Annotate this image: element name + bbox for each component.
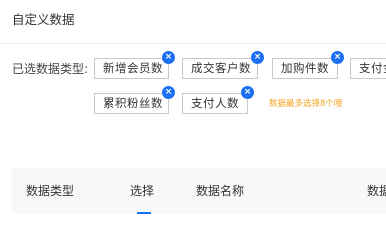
header-divider [0, 43, 386, 44]
column-header-select[interactable]: 选择 [130, 183, 154, 199]
panel-title: 自定义数据 [12, 12, 75, 27]
tag-label: 成交客户数 [191, 61, 251, 75]
selected-tag-deal-customers[interactable]: 成交客户数 × [182, 51, 264, 79]
column-header-data-name: 数据名称 [196, 184, 245, 198]
selected-tag-payment-amount[interactable]: 支付金额 [350, 58, 386, 79]
remove-tag-icon[interactable]: × [241, 86, 254, 99]
custom-data-panel: 自定义数据 已选数据类型: 新增会员数 × 成交客户数 × 加购件数 × 支付金… [0, 0, 386, 226]
selected-tag-new-members[interactable]: 新增会员数 × [94, 51, 175, 79]
selected-types-label: 已选数据类型: [12, 62, 89, 76]
selected-tag-accumulated-fans[interactable]: 累积粉丝数 × [94, 86, 175, 114]
tag-label: 累积粉丝数 [103, 96, 163, 110]
column-header-data-type: 数据类型 [26, 184, 75, 198]
remove-tag-icon[interactable]: × [162, 86, 175, 99]
selected-tag-cart-items[interactable]: 加购件数 × [272, 51, 344, 79]
tag-label: 新增会员数 [103, 61, 163, 75]
selected-tag-paying-users[interactable]: 支付人数 × [182, 86, 254, 114]
remove-tag-icon[interactable]: × [331, 51, 344, 64]
column-header-data-more: 数据 [367, 184, 386, 198]
remove-tag-icon[interactable]: × [162, 51, 175, 64]
active-indicator [137, 212, 151, 214]
table-header: 数据类型 选择 数据名称 数据 [12, 168, 386, 214]
tag-label: 支付金额 [359, 61, 386, 75]
tag-label: 支付人数 [191, 96, 239, 110]
tag-label: 加购件数 [281, 61, 329, 75]
max-selection-hint: 数据最多选择8个哦 [269, 99, 343, 109]
remove-tag-icon[interactable]: × [251, 51, 264, 64]
